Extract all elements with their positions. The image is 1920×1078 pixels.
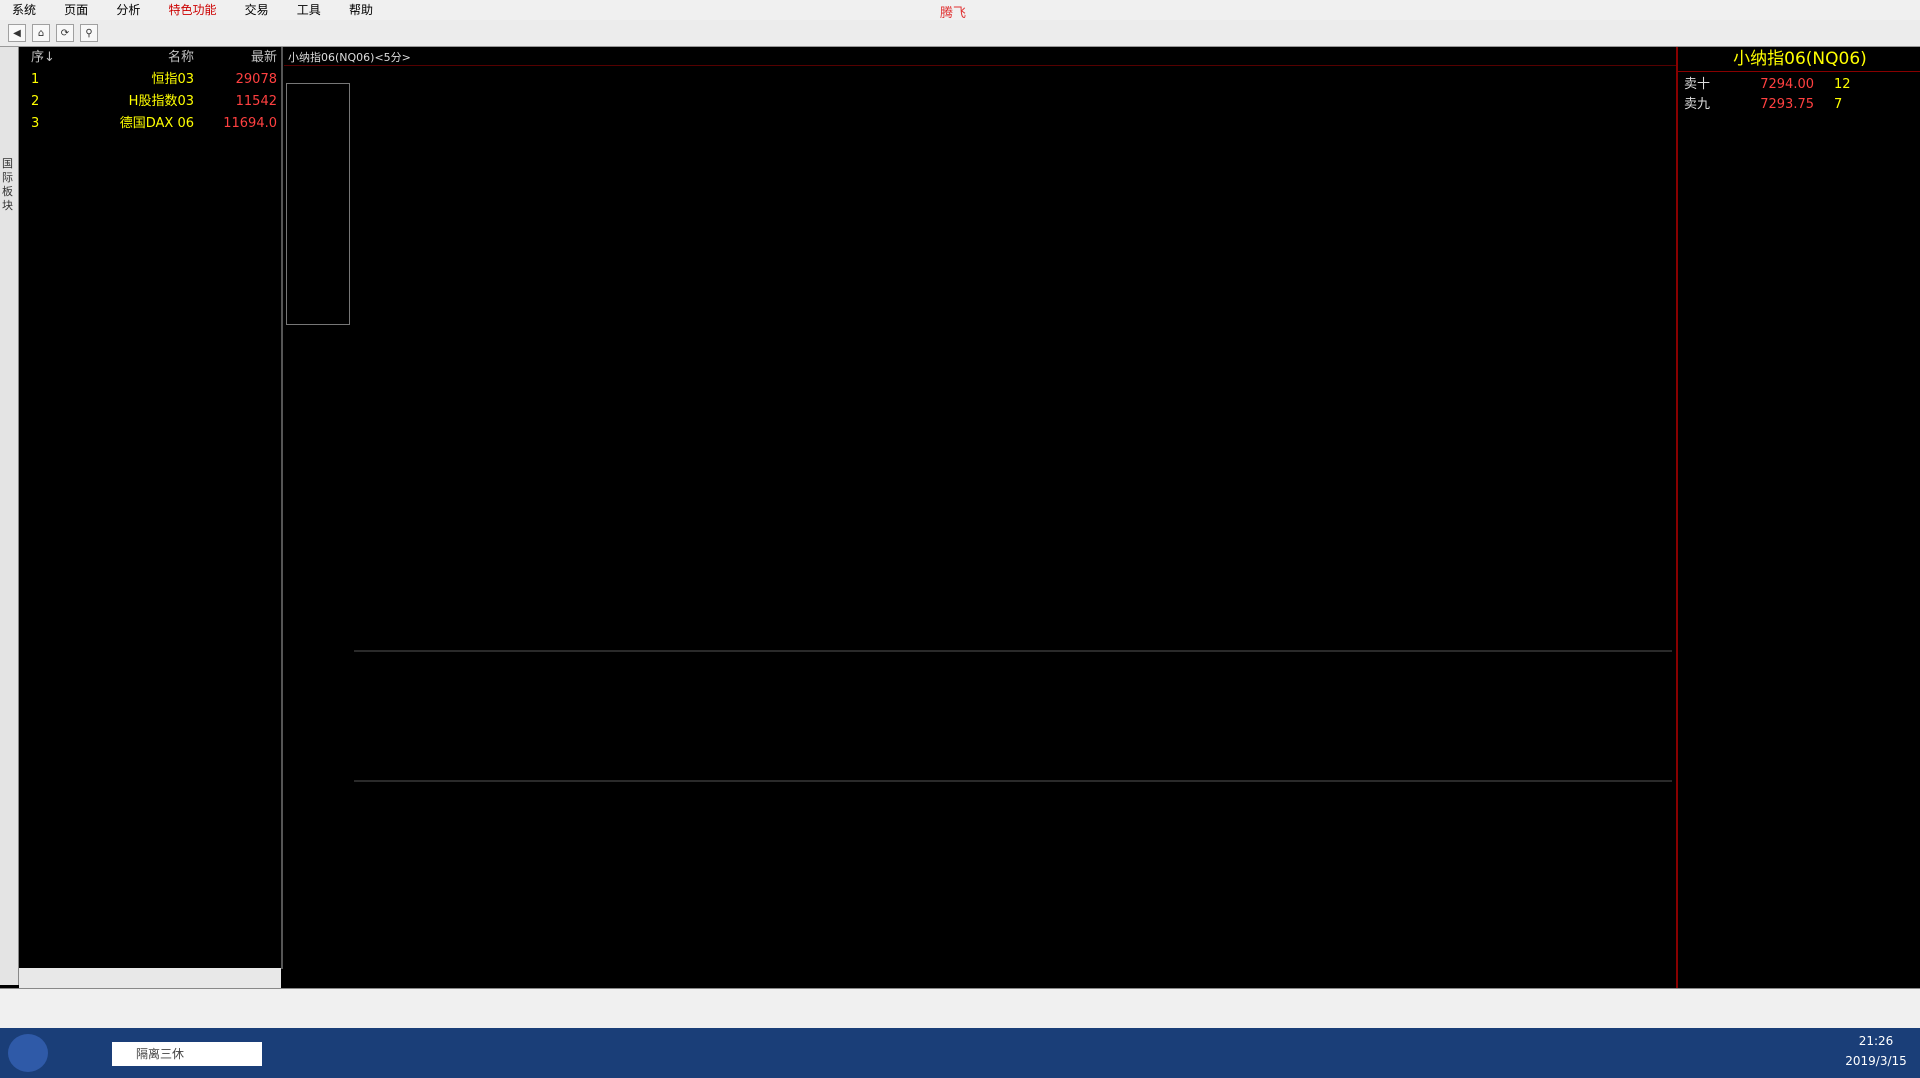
quote-name: H股指数03 [128, 94, 194, 109]
menu-tools[interactable]: 工具 [285, 0, 333, 20]
sector-tab-label: 国际板块 [2, 157, 13, 212]
quote-seq: 3 [31, 116, 40, 131]
sell-level-price: 7293.75 [1760, 97, 1814, 112]
sell-level-row[interactable]: 卖十 7294.00 12 [1684, 75, 1918, 95]
search-icon[interactable]: ⚲ [80, 24, 98, 42]
menu-trade[interactable]: 交易 [233, 0, 281, 20]
menu-page[interactable]: 页面 [52, 0, 100, 20]
start-button-icon[interactable] [8, 1034, 48, 1072]
menu-help[interactable]: 帮助 [337, 0, 385, 20]
app-title: 腾飞 [940, 6, 967, 21]
toolbar: ◀ ⌂ ⟳ ⚲ [0, 20, 1920, 47]
bottom-status-strip [0, 988, 1920, 1029]
sell-level-label: 卖九 [1684, 97, 1711, 112]
sector-side-tab[interactable]: 国际板块 [0, 47, 19, 985]
quote-seq: 2 [31, 94, 40, 109]
quote-price: 29078 [235, 72, 277, 87]
quote-name: 德国DAX 06 [119, 116, 194, 131]
header-price[interactable]: 最新 [197, 47, 277, 69]
info-box [286, 83, 350, 325]
quote-row[interactable]: 1 恒指03 29078 [19, 69, 281, 91]
menu-system[interactable]: 系统 [0, 0, 48, 20]
clock-date: 2019/3/15 [1845, 1054, 1907, 1068]
quote-price: 11694.0 [223, 116, 277, 131]
quote-row[interactable]: 3 德国DAX 06 11694.0 [19, 113, 281, 135]
refresh-icon[interactable]: ⟳ [56, 24, 74, 42]
quote-list-bottom-tabs [19, 968, 281, 988]
taskbar: 隔离三休 21:26 2019/3/15 [0, 1028, 1920, 1078]
sell-level-volume: 7 [1834, 97, 1843, 112]
kline-chart-area[interactable]: 小纳指06(NQ06)<5分> [284, 47, 1676, 989]
sell-level-volume: 12 [1834, 77, 1851, 92]
chart-tab-title[interactable]: 小纳指06(NQ06)<5分> [288, 49, 411, 65]
menu-analysis[interactable]: 分析 [104, 0, 152, 20]
header-name[interactable]: 名称 [59, 47, 194, 69]
home-icon[interactable]: ⌂ [32, 24, 50, 42]
quote-name: 恒指03 [151, 72, 194, 87]
chart-title-bar: 小纳指06(NQ06)<5分> [284, 47, 1676, 66]
quote-list: 序↓ 名称 最新 1 恒指03 29078 2 H股指数03 11542 3 德… [19, 47, 283, 969]
clock-time: 21:26 [1858, 1034, 1894, 1048]
quote-row[interactable]: 2 H股指数03 11542 [19, 91, 281, 113]
sell-level-price: 7294.00 [1760, 77, 1814, 92]
menu-features[interactable]: 特色功能 [156, 0, 228, 20]
candlestick-chart [354, 83, 1672, 933]
quote-list-header: 序↓ 名称 最新 [19, 47, 281, 69]
instrument-title: 小纳指06(NQ06) [1678, 47, 1920, 72]
quote-seq: 1 [31, 72, 40, 87]
sell-level-label: 卖十 [1684, 77, 1711, 92]
sell-level-row[interactable]: 卖九 7293.75 7 [1684, 95, 1918, 115]
order-book-panel: 小纳指06(NQ06) 卖十 7294.00 12 卖九 7293.75 7 [1676, 47, 1920, 989]
back-icon[interactable]: ◀ [8, 24, 26, 42]
taskbar-search-input[interactable]: 隔离三休 [112, 1042, 262, 1066]
header-seq[interactable]: 序↓ [31, 47, 61, 69]
menu-bar: 系统 页面 分析 特色功能 交易 工具 帮助 腾飞 [0, 0, 1920, 21]
quote-price: 11542 [235, 94, 277, 109]
chart-background [354, 83, 1672, 933]
